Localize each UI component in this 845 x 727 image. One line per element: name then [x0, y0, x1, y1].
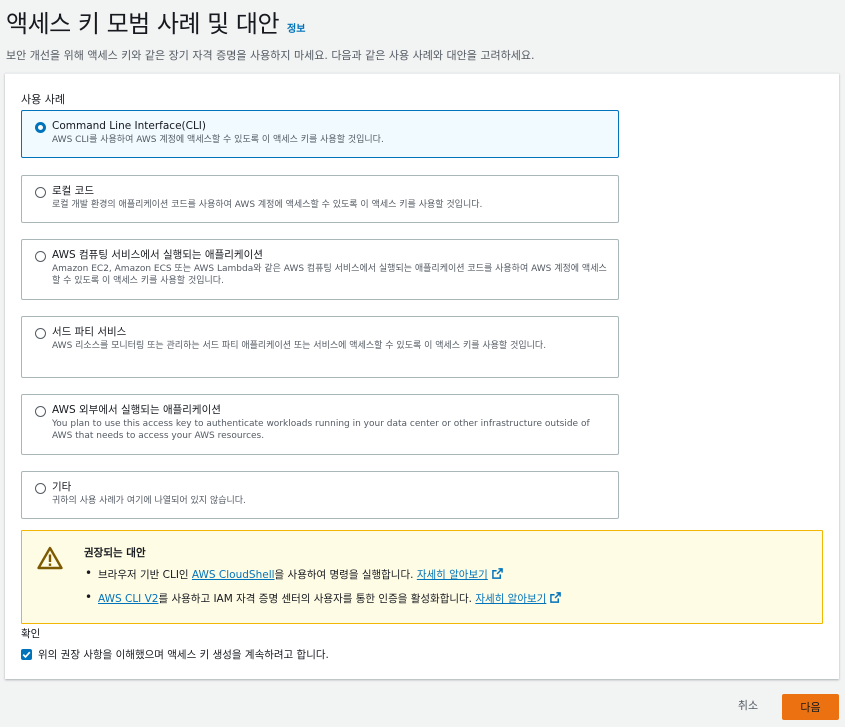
learn-more-link-2[interactable]: 자세히 알아보기: [475, 593, 546, 605]
use-case-tile-cli[interactable]: Command Line Interface(CLI) AWS CLI를 사용하…: [21, 110, 619, 158]
radio-other[interactable]: [35, 483, 46, 494]
radio-outside-aws[interactable]: [35, 406, 46, 417]
use-case-desc: Amazon EC2, Amazon ECS 또는 AWS Lambda와 같은…: [52, 264, 607, 286]
radio-aws-compute[interactable]: [35, 251, 46, 262]
confirm-checkbox-row[interactable]: 위의 권장 사항을 이해했으며 액세스 키 생성을 계속하려고 합니다.: [21, 647, 329, 662]
use-case-tile-outside-aws[interactable]: AWS 외부에서 실행되는 애플리케이션 You plan to use thi…: [21, 394, 619, 455]
radio-cli[interactable]: [35, 122, 46, 133]
use-case-label: 사용 사례: [21, 93, 65, 106]
use-case-tile-other[interactable]: 기타 귀하의 사용 사례가 여기에 나열되어 있지 않습니다.: [21, 471, 619, 519]
alert-item-text: 을 사용하여 명령을 실행합니다.: [274, 569, 417, 581]
alert-item-text: 를 사용하고 IAM 자격 증명 센터의 사용자를 통한 인증을 활성화합니다.: [158, 593, 476, 605]
alert-list: 브라우저 기반 CLI인 AWS CloudShell을 사용하여 명령을 실행…: [84, 566, 806, 606]
confirm-label: 확인: [21, 628, 41, 640]
use-case-desc: 로컬 개발 환경의 애플리케이션 코드를 사용하여 AWS 계정에 액세스할 수…: [52, 200, 483, 210]
use-case-tile-local-code[interactable]: 로컬 코드 로컬 개발 환경의 애플리케이션 코드를 사용하여 AWS 계정에 …: [21, 175, 619, 223]
next-button[interactable]: 다음: [782, 694, 839, 720]
use-case-tile-third-party[interactable]: 서드 파티 서비스 AWS 리소스를 모니터링 또는 관리하는 서드 파티 애플…: [21, 316, 619, 378]
external-link-icon[interactable]: [550, 592, 562, 603]
use-case-title: 로컬 코드: [52, 185, 94, 197]
use-case-container: 사용 사례 Command Line Interface(CLI) AWS CL…: [5, 73, 839, 679]
use-case-tile-aws-compute[interactable]: AWS 컴퓨팅 서비스에서 실행되는 애플리케이션 Amazon EC2, Am…: [21, 239, 619, 300]
use-case-title: Command Line Interface(CLI): [52, 120, 207, 132]
confirm-checkbox-label: 위의 권장 사항을 이해했으며 액세스 키 생성을 계속하려고 합니다.: [38, 649, 329, 661]
page-header: 액세스 키 모범 사례 및 대안 정보 보안 개선을 위해 액세스 키와 같은 …: [6, 4, 839, 63]
radio-third-party[interactable]: [35, 328, 46, 339]
info-link[interactable]: 정보: [287, 20, 305, 35]
cli-v2-link[interactable]: AWS CLI V2: [98, 593, 158, 605]
cloudshell-link[interactable]: AWS CloudShell: [192, 569, 275, 581]
check-icon: [22, 651, 31, 659]
warning-icon: [37, 546, 63, 570]
external-link-icon[interactable]: [491, 568, 503, 579]
use-case-title: 기타: [52, 481, 72, 493]
learn-more-link-1[interactable]: 자세히 알아보기: [417, 569, 488, 581]
use-case-desc: AWS CLI를 사용하여 AWS 계정에 액세스할 수 있도록 이 액세스 키…: [52, 135, 384, 145]
use-case-desc: AWS 리소스를 모니터링 또는 관리하는 서드 파티 애플리케이션 또는 서비…: [52, 341, 547, 351]
use-case-title: 서드 파티 서비스: [52, 326, 127, 338]
recommended-alternatives-alert: 권장되는 대안 브라우저 기반 CLI인 AWS CloudShell을 사용하…: [21, 530, 823, 624]
confirm-checkbox[interactable]: [21, 649, 32, 660]
alert-title: 권장되는 대안: [84, 547, 146, 559]
radio-local-code[interactable]: [35, 187, 46, 198]
cancel-button[interactable]: 취소: [723, 693, 773, 717]
alert-item-cli-v2: AWS CLI V2를 사용하고 IAM 자격 증명 센터의 사용자를 통한 인…: [84, 590, 806, 606]
page-title: 액세스 키 모범 사례 및 대안: [6, 10, 280, 38]
alert-item-cloudshell: 브라우저 기반 CLI인 AWS CloudShell을 사용하여 명령을 실행…: [84, 566, 806, 582]
title-row: 액세스 키 모범 사례 및 대안 정보: [6, 4, 839, 39]
use-case-title: AWS 컴퓨팅 서비스에서 실행되는 애플리케이션: [52, 249, 263, 261]
use-case-desc: 귀하의 사용 사례가 여기에 나열되어 있지 않습니다.: [52, 496, 246, 506]
alert-item-text: 브라우저 기반 CLI인: [98, 569, 192, 581]
use-case-desc: You plan to use this access key to authe…: [52, 419, 590, 441]
page-description: 보안 개선을 위해 액세스 키와 같은 장기 자격 증명을 사용하지 마세요. …: [6, 49, 535, 62]
use-case-title: AWS 외부에서 실행되는 애플리케이션: [52, 404, 221, 416]
